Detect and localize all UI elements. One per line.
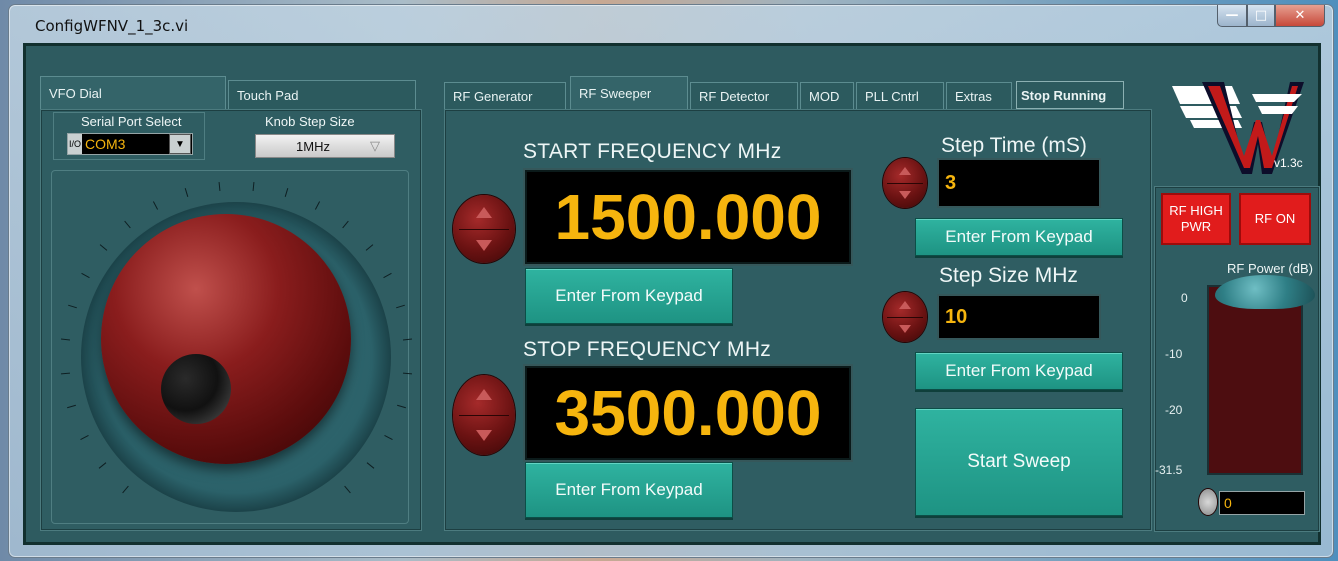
application-window: ConfigWFNV_1_3c.vi — □ ✕ VFO Dial Touch … — [8, 4, 1334, 558]
knob-tick — [60, 372, 70, 374]
rf-power-slider-thumb[interactable] — [1215, 275, 1315, 309]
stop-frequency-keypad-button[interactable]: Enter From Keypad — [525, 462, 733, 518]
step-size-label: Step Size MHz — [939, 264, 1078, 287]
rf-sweeper-panel: START FREQUENCY MHz 1500.000 Enter From … — [444, 109, 1152, 531]
step-size-keypad-button[interactable]: Enter From Keypad — [915, 352, 1123, 390]
decrement-arrow-icon[interactable] — [899, 325, 911, 333]
increment-arrow-icon[interactable] — [899, 301, 911, 309]
vfo-knob[interactable] — [101, 214, 351, 464]
tab-pll-cntrl[interactable]: PLL Cntrl — [856, 82, 944, 110]
serial-port-select[interactable]: I/O COM3 ▼ — [67, 133, 193, 155]
maximize-button[interactable]: □ — [1247, 5, 1275, 27]
knob-step-value: 1MHz — [296, 138, 330, 154]
tab-mod[interactable]: MOD — [800, 82, 854, 110]
increment-arrow-icon[interactable] — [476, 389, 492, 401]
io-glyph-icon: I/O — [68, 134, 82, 154]
rf-power-slider-track[interactable] — [1207, 285, 1303, 475]
knob-grip[interactable] — [161, 354, 231, 424]
serial-port-label: Serial Port Select — [81, 114, 182, 129]
rf-on-button[interactable]: RF ON — [1239, 193, 1311, 245]
start-frequency-spinner[interactable] — [453, 195, 515, 263]
tab-label: PLL Cntrl — [865, 89, 919, 104]
start-frequency-display[interactable]: 1500.000 — [523, 168, 853, 266]
knob-step-select[interactable]: 1MHz ▽ — [255, 134, 395, 158]
stop-frequency-spinner[interactable] — [453, 375, 515, 455]
decrement-arrow-icon[interactable] — [899, 191, 911, 199]
start-frequency-keypad-button[interactable]: Enter From Keypad — [525, 268, 733, 324]
tab-label: Extras — [955, 89, 992, 104]
close-icon: ✕ — [1294, 8, 1306, 23]
decrement-arrow-icon[interactable] — [476, 429, 492, 441]
rf-power-scale-label: -20 — [1165, 403, 1183, 417]
rf-power-value-field[interactable]: 0 — [1219, 491, 1305, 515]
spinner-divider — [459, 415, 509, 416]
tab-rf-generator[interactable]: RF Generator — [444, 82, 566, 110]
window-controls: — □ ✕ — [1217, 5, 1325, 27]
step-size-spinner[interactable] — [883, 292, 927, 342]
minimize-icon: — — [1225, 8, 1239, 23]
vi-front-panel: VFO Dial Touch Pad Serial Port Select I/… — [23, 43, 1321, 545]
tab-extras[interactable]: Extras — [946, 82, 1012, 110]
rf-high-power-button[interactable]: RF HIGH PWR — [1161, 193, 1231, 245]
version-label: v1.3c — [1274, 156, 1303, 170]
window-title: ConfigWFNV_1_3c.vi — [35, 17, 189, 35]
triangle-down-icon: ▽ — [370, 138, 380, 154]
rf-power-label: RF Power (dB) — [1227, 261, 1313, 276]
step-time-display[interactable]: 3 — [937, 158, 1101, 208]
chevron-down-icon[interactable]: ▼ — [169, 134, 191, 154]
maximize-icon: □ — [1254, 8, 1268, 23]
tab-rf-detector[interactable]: RF Detector — [690, 82, 798, 110]
rf-power-spinner[interactable] — [1199, 489, 1217, 515]
minimize-button[interactable]: — — [1217, 5, 1247, 27]
decrement-arrow-icon[interactable] — [476, 239, 492, 251]
step-time-label: Step Time (mS) — [941, 134, 1087, 157]
stop-running-label: Stop Running — [1021, 87, 1107, 103]
knob-tick — [403, 372, 413, 374]
step-time-spinner[interactable] — [883, 158, 927, 208]
step-time-keypad-button[interactable]: Enter From Keypad — [915, 218, 1123, 256]
spinner-divider — [459, 229, 509, 230]
tab-label: RF Detector — [699, 89, 770, 104]
rf-control-panel: RF HIGH PWR RF ON RF Power (dB) 0 -10 -2… — [1154, 186, 1320, 532]
step-size-display[interactable]: 10 — [937, 294, 1101, 340]
vfo-dial-panel: Serial Port Select I/O COM3 ▼ Knob Step … — [40, 109, 422, 531]
spinner-divider — [887, 317, 923, 318]
tab-rf-sweeper[interactable]: RF Sweeper — [570, 76, 688, 110]
stop-frequency-label: STOP FREQUENCY MHz — [523, 338, 772, 361]
rf-power-scale-label: -10 — [1165, 347, 1183, 361]
stop-running-button[interactable]: Stop Running — [1016, 81, 1124, 109]
tab-label: Touch Pad — [237, 88, 299, 103]
rf-power-scale-label: -31.5 — [1155, 463, 1183, 477]
start-frequency-label: START FREQUENCY MHz — [523, 140, 782, 163]
increment-arrow-icon[interactable] — [476, 207, 492, 219]
rf-power-scale-label: 0 — [1181, 291, 1188, 305]
logo: v1.3c — [1162, 64, 1312, 182]
increment-arrow-icon[interactable] — [899, 167, 911, 175]
close-button[interactable]: ✕ — [1275, 5, 1325, 27]
title-bar[interactable]: ConfigWFNV_1_3c.vi — □ ✕ — [9, 5, 1333, 45]
knob-step-label: Knob Step Size — [265, 114, 355, 129]
stop-frequency-display[interactable]: 3500.000 — [523, 364, 853, 462]
tab-label: RF Generator — [453, 89, 533, 104]
start-sweep-button[interactable]: Start Sweep — [915, 408, 1123, 516]
tab-vfo-dial[interactable]: VFO Dial — [40, 76, 226, 110]
serial-port-value: COM3 — [85, 136, 126, 152]
tab-label: RF Sweeper — [579, 86, 652, 101]
tab-label: VFO Dial — [49, 86, 102, 101]
tab-touch-pad[interactable]: Touch Pad — [228, 80, 416, 110]
spinner-divider — [887, 183, 923, 184]
tab-label: MOD — [809, 89, 840, 104]
